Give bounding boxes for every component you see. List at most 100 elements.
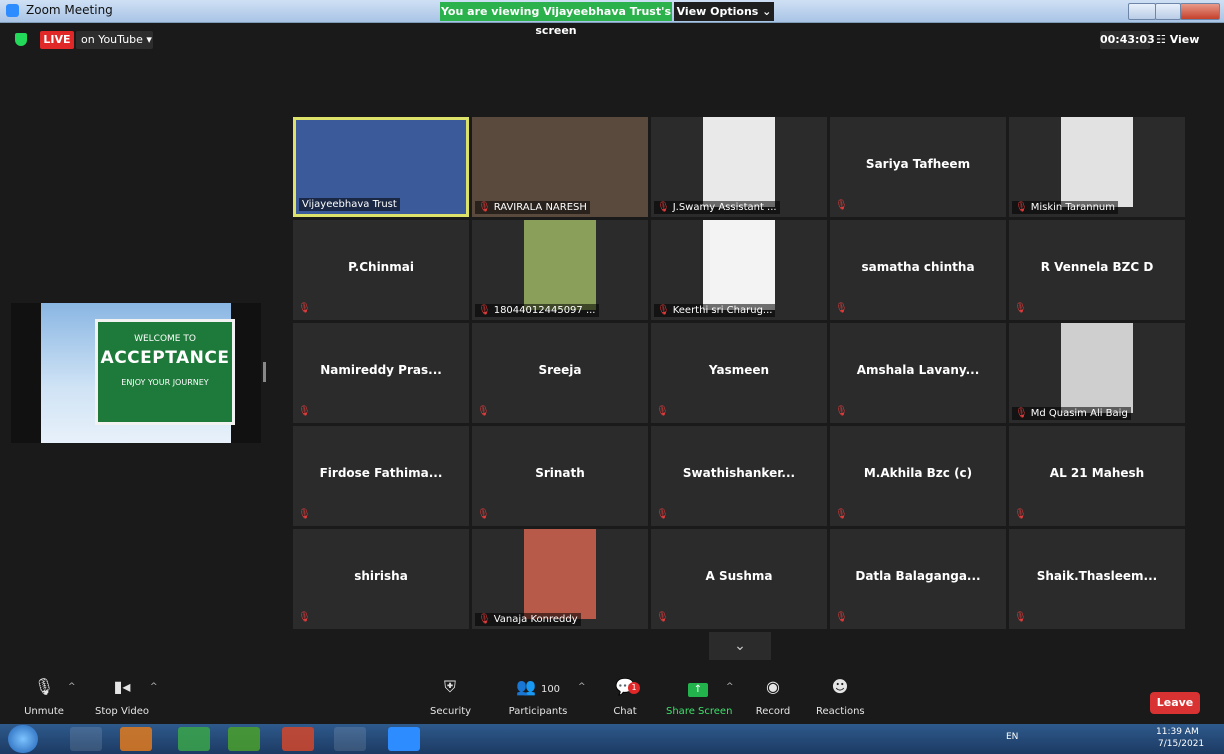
audio-options-caret-icon[interactable]: ^	[68, 682, 76, 692]
welcome-sign: WELCOME TO ACCEPTANCE ENJOY YOUR JOURNEY	[95, 319, 235, 425]
muted-microphone-icon: 🎙	[1014, 612, 1027, 623]
chevron-down-icon[interactable]: ⌄	[709, 632, 771, 660]
participants-button[interactable]: 👥 100 Participants	[508, 674, 568, 717]
participant-tile[interactable]: Srinath 🎙	[472, 426, 648, 526]
participant-name: Miskin Tarannum	[1030, 202, 1115, 213]
live-on-youtube-dropdown[interactable]: on YouTube ▾	[76, 31, 153, 49]
participant-tile[interactable]: A Sushma 🎙	[651, 529, 827, 629]
paint-icon[interactable]	[334, 727, 366, 751]
participant-tile[interactable]: Yasmeen 🎙	[651, 323, 827, 423]
participant-tile[interactable]: P.Chinmai 🎙	[293, 220, 469, 320]
participant-tile[interactable]: shirisha 🎙	[293, 529, 469, 629]
participant-name: Namireddy Pras...	[320, 363, 442, 377]
unmute-button[interactable]: 🎙 Unmute	[22, 674, 66, 717]
participant-name: J.Swamy Assistant ...	[672, 202, 777, 213]
muted-microphone-icon: 🎙	[298, 612, 311, 623]
participant-tile[interactable]: Swathishanker... 🎙	[651, 426, 827, 526]
minimize-button[interactable]	[1128, 3, 1156, 20]
participant-tile[interactable]: Firdose Fathima... 🎙	[293, 426, 469, 526]
participant-name: Sreeja	[538, 363, 582, 377]
participants-caret-icon[interactable]: ^	[578, 682, 586, 692]
windows-taskbar: EN 11:39 AM 7/15/2021	[0, 724, 1224, 754]
media-player-icon[interactable]	[120, 727, 152, 751]
participant-name: 18044012445097 ...	[493, 305, 596, 316]
muted-microphone-icon: 🎙	[477, 406, 490, 417]
participant-name: Datla Balaganga...	[855, 569, 981, 583]
record-button[interactable]: ◉ Record	[754, 674, 792, 717]
clock-time[interactable]: 11:39 AM	[1156, 727, 1199, 737]
muted-microphone-icon: 🎙	[835, 200, 848, 211]
participant-name: Vijayeebhava Trust	[302, 199, 397, 210]
participant-name: Yasmeen	[708, 363, 770, 377]
language-indicator[interactable]: EN	[1006, 732, 1018, 742]
muted-microphone-icon: 🎙	[835, 303, 848, 314]
share-screen-label: Share Screen	[666, 706, 733, 717]
participant-tile[interactable]: 🎙 18044012445097 ...	[472, 220, 648, 320]
participant-tile[interactable]: 🎙 Keerthi sri Charug...	[651, 220, 827, 320]
chrome-browser-icon[interactable]	[178, 727, 210, 751]
muted-microphone-icon: 🎙	[1015, 202, 1028, 213]
share-screen-button[interactable]: ↑ Share Screen	[666, 674, 733, 717]
chat-button[interactable]: 💬 Chat	[610, 674, 640, 717]
participant-tile[interactable]: 🎙 Vanaja Konreddy	[472, 529, 648, 629]
participant-tile[interactable]: R Vennela BZC D 🎙	[1009, 220, 1185, 320]
participant-tile[interactable]: samatha chintha 🎙	[830, 220, 1006, 320]
participant-tile[interactable]: Vijayeebhava Trust	[293, 117, 469, 217]
participant-tile[interactable]: Shaik.Thasleem... 🎙	[1009, 529, 1185, 629]
meeting-timer: 00:43:03	[1100, 31, 1155, 49]
leave-meeting-button[interactable]: Leave	[1150, 692, 1200, 714]
muted-microphone-icon: 🎙	[656, 406, 669, 417]
maximize-button[interactable]	[1155, 3, 1181, 20]
video-options-caret-icon[interactable]: ^	[150, 682, 158, 692]
participant-tile[interactable]: Datla Balaganga... 🎙	[830, 529, 1006, 629]
participant-tile[interactable]: Namireddy Pras... 🎙	[293, 323, 469, 423]
viewing-screen-banner: You are viewing Vijayeebhava Trust's scr…	[440, 2, 672, 37]
participants-icon: 👥 100	[515, 677, 561, 696]
participant-tile[interactable]: 🎙 Md Quasim Ali Baig	[1009, 323, 1185, 423]
participant-tile[interactable]: AL 21 Mahesh 🎙	[1009, 426, 1185, 526]
share-screen-icon: ↑	[666, 674, 730, 700]
close-window-button[interactable]	[1180, 3, 1220, 20]
muted-microphone-icon: 🎙	[478, 305, 491, 316]
view-layout-button[interactable]: ☷ View	[1156, 31, 1204, 49]
participant-name: Vanaja Konreddy	[493, 614, 578, 625]
participant-name: Swathishanker...	[682, 466, 796, 480]
participant-name: shirisha	[354, 569, 408, 583]
resize-handle[interactable]	[263, 362, 266, 382]
view-options-button[interactable]: View Options ⌄	[674, 2, 774, 21]
participant-tile[interactable]: 🎙 J.Swamy Assistant ...	[651, 117, 827, 217]
muted-microphone-icon: 🎙	[835, 406, 848, 417]
zoom-taskbar-icon[interactable]	[388, 727, 420, 751]
clock-date[interactable]: 7/15/2021	[1158, 739, 1204, 749]
utorrent-icon[interactable]	[228, 727, 260, 751]
muted-microphone-icon: 🎙	[33, 677, 55, 696]
participant-name: Keerthi sri Charug...	[672, 305, 773, 316]
muted-microphone-icon: 🎙	[1015, 408, 1028, 419]
encryption-shield-icon[interactable]	[15, 33, 27, 46]
security-button[interactable]: ⛨ Security	[430, 674, 472, 717]
reactions-label: Reactions	[816, 706, 865, 717]
participant-tile[interactable]: 🎙 Miskin Tarannum	[1009, 117, 1185, 217]
participant-name: Shaik.Thasleem...	[1036, 569, 1158, 583]
participant-name-label: 🎙 Md Quasim Ali Baig	[1012, 407, 1131, 420]
security-label: Security	[430, 706, 472, 717]
participant-tile[interactable]: 🎙 RAVIRALA NARESH	[472, 117, 648, 217]
participant-name-label: 🎙 Vanaja Konreddy	[475, 613, 581, 626]
powerpoint-icon[interactable]	[282, 727, 314, 751]
stop-video-button[interactable]: ▮◂ Stop Video	[92, 674, 152, 717]
participant-tile[interactable]: M.Akhila Bzc (c) 🎙	[830, 426, 1006, 526]
reactions-button[interactable]: ☻ Reactions	[816, 674, 865, 717]
participant-tile[interactable]: Sariya Tafheem 🎙	[830, 117, 1006, 217]
shared-screen-thumbnail[interactable]: WELCOME TO ACCEPTANCE ENJOY YOUR JOURNEY	[11, 303, 261, 443]
participant-name: P.Chinmai	[348, 260, 414, 274]
windows-start-icon[interactable]	[8, 725, 38, 753]
participant-name: RAVIRALA NARESH	[493, 202, 587, 213]
participant-tile[interactable]: Sreeja 🎙	[472, 323, 648, 423]
share-options-caret-icon[interactable]: ^	[726, 682, 734, 692]
file-explorer-icon[interactable]	[70, 727, 102, 751]
muted-microphone-icon: 🎙	[298, 406, 311, 417]
participant-name: AL 21 Mahesh	[1049, 466, 1145, 480]
participant-name-label: 🎙 Miskin Tarannum	[1012, 201, 1118, 214]
participant-tile[interactable]: Amshala Lavany... 🎙	[830, 323, 1006, 423]
participant-name: M.Akhila Bzc (c)	[863, 466, 973, 480]
